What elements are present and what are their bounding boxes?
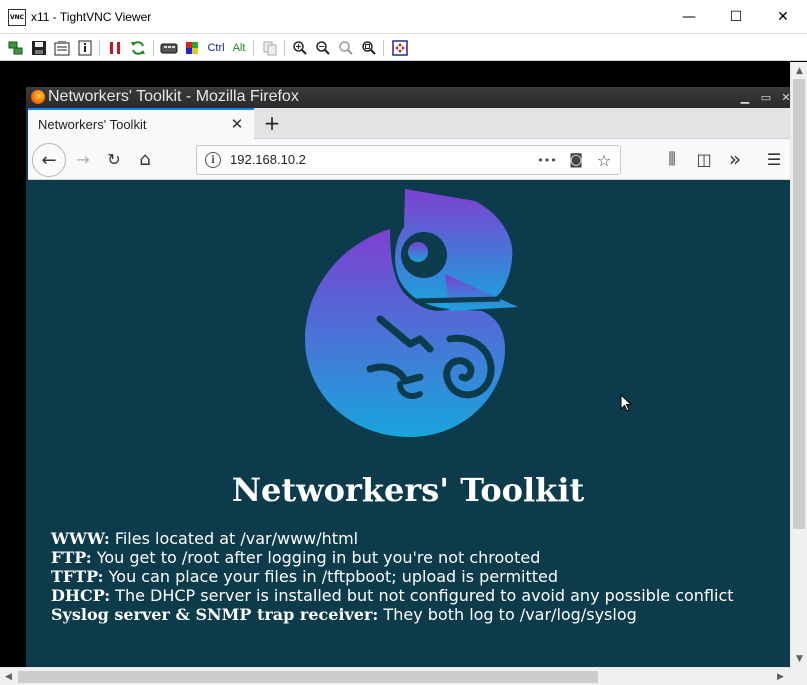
toolbar-separator bbox=[153, 40, 154, 56]
vertical-scroll-thumb[interactable] bbox=[793, 79, 805, 529]
toolbar-separator bbox=[253, 40, 254, 56]
page-actions-icon[interactable]: ••• bbox=[537, 150, 557, 170]
send-alt-button[interactable]: Alt bbox=[230, 39, 248, 57]
scroll-left-icon[interactable]: ◀ bbox=[0, 668, 17, 685]
bookmark-star-icon[interactable]: ☆ bbox=[594, 150, 614, 170]
tab-networkers-toolkit[interactable]: Networkers' Toolkit ✕ bbox=[28, 108, 254, 139]
info-icon[interactable] bbox=[76, 39, 94, 57]
ff-close-button[interactable]: ✕ bbox=[777, 89, 790, 105]
service-description: They both log to /var/log/syslog bbox=[378, 605, 637, 624]
page-title: Networkers' Toolkit bbox=[231, 471, 585, 509]
service-name: Syslog server & SNMP trap receiver: bbox=[51, 605, 379, 624]
list-item: WWW: Files located at /var/www/html bbox=[51, 529, 790, 548]
web-page-content: Networkers' Toolkit WWW: Files located a… bbox=[28, 181, 790, 667]
send-ctrl-button[interactable]: Ctrl bbox=[205, 39, 227, 57]
service-name: FTP: bbox=[51, 548, 92, 567]
toolbar-separator bbox=[284, 40, 285, 56]
toolbar-separator bbox=[99, 40, 100, 56]
zoom-100-icon[interactable] bbox=[337, 39, 355, 57]
minimize-button[interactable]: — bbox=[666, 0, 712, 34]
firefox-window: Networkers' Toolkit - Mozilla Firefox ▁ … bbox=[26, 87, 790, 667]
horizontal-scrollbar[interactable]: ◀ ▶ bbox=[0, 667, 790, 685]
save-icon[interactable] bbox=[30, 39, 48, 57]
service-info-list: WWW: Files located at /var/www/html FTP:… bbox=[51, 529, 790, 624]
ctrl-esc-icon[interactable] bbox=[183, 39, 201, 57]
back-button[interactable]: ← bbox=[32, 143, 66, 177]
service-name: WWW: bbox=[51, 529, 110, 548]
service-description: You can place your files in /tftpboot; u… bbox=[103, 567, 559, 586]
firefox-tab-bar: Networkers' Toolkit ✕ + bbox=[28, 108, 790, 139]
pocket-icon[interactable]: ◙ bbox=[566, 150, 586, 170]
firefox-navigation-bar: ← → ↻ ⌂ i 192.168.10.2 ••• ◙ ☆ ⫼ ◫ » ☰ bbox=[28, 139, 790, 180]
overflow-menu-icon[interactable]: » bbox=[722, 146, 748, 172]
zoom-out-icon[interactable] bbox=[314, 39, 332, 57]
list-item: DHCP: The DHCP server is installed but n… bbox=[51, 586, 790, 605]
pause-icon[interactable] bbox=[106, 39, 124, 57]
horizontal-scroll-thumb[interactable] bbox=[18, 671, 598, 683]
service-description: You get to /root after logging in but yo… bbox=[91, 548, 541, 567]
scroll-up-icon[interactable]: ▲ bbox=[791, 62, 807, 79]
tab-close-icon[interactable]: ✕ bbox=[228, 115, 246, 133]
list-item: TFTP: You can place your files in /tftpb… bbox=[51, 567, 790, 586]
firefox-logo-icon bbox=[31, 90, 45, 104]
service-name: DHCP: bbox=[51, 586, 111, 605]
list-item: FTP: You get to /root after logging in b… bbox=[51, 548, 790, 567]
url-text[interactable]: 192.168.10.2 bbox=[230, 152, 306, 167]
refresh-icon[interactable] bbox=[129, 39, 147, 57]
window-title: x11 - TightVNC Viewer bbox=[31, 10, 152, 24]
sidebar-icon[interactable]: ◫ bbox=[691, 146, 717, 172]
reload-button[interactable]: ↻ bbox=[101, 146, 127, 172]
mouse-pointer-icon bbox=[620, 394, 632, 412]
url-bar[interactable]: i 192.168.10.2 ••• ◙ ☆ bbox=[196, 145, 621, 175]
vnc-toolbar: Ctrl Alt bbox=[0, 34, 807, 61]
new-tab-button[interactable]: + bbox=[260, 111, 284, 135]
library-icon[interactable]: ⫼ bbox=[659, 146, 685, 172]
zoom-in-icon[interactable] bbox=[291, 39, 309, 57]
list-item: Syslog server & SNMP trap receiver: They… bbox=[51, 605, 790, 624]
site-info-icon[interactable]: i bbox=[205, 152, 221, 168]
ff-minimize-button[interactable]: ▁ bbox=[736, 89, 754, 105]
zoom-fit-icon[interactable] bbox=[360, 39, 378, 57]
copy-icon[interactable] bbox=[261, 39, 279, 57]
vnc-app-icon: VNC bbox=[8, 9, 26, 26]
scroll-right-icon[interactable]: ▶ bbox=[772, 668, 789, 685]
firefox-titlebar: Networkers' Toolkit - Mozilla Firefox ▁ … bbox=[26, 87, 790, 108]
hamburger-menu-icon[interactable]: ☰ bbox=[761, 146, 787, 172]
close-button[interactable]: ✕ bbox=[760, 0, 806, 34]
chameleon-logo bbox=[305, 189, 518, 437]
fullscreen-icon[interactable] bbox=[391, 39, 409, 57]
service-description: Files located at /var/www/html bbox=[109, 529, 359, 548]
home-button[interactable]: ⌂ bbox=[132, 146, 158, 172]
new-connection-icon[interactable] bbox=[7, 39, 25, 57]
maximize-button[interactable]: ☐ bbox=[713, 0, 759, 34]
vertical-scrollbar[interactable]: ▲ ▼ bbox=[790, 62, 807, 667]
scroll-down-icon[interactable]: ▼ bbox=[791, 650, 807, 667]
firefox-window-title: Networkers' Toolkit - Mozilla Firefox bbox=[48, 88, 299, 105]
service-description: The DHCP server is installed but not con… bbox=[110, 586, 734, 605]
ff-maximize-button[interactable]: ▭ bbox=[757, 89, 775, 105]
tightvnc-viewer-window: VNC x11 - TightVNC Viewer — ☐ ✕ Ctrl Alt… bbox=[0, 0, 807, 685]
tab-label: Networkers' Toolkit bbox=[38, 117, 147, 132]
options-icon[interactable] bbox=[53, 39, 71, 57]
toolbar-separator bbox=[383, 40, 384, 56]
service-name: TFTP: bbox=[51, 567, 104, 586]
forward-button[interactable]: → bbox=[70, 146, 96, 172]
scrollbar-corner bbox=[790, 667, 807, 685]
ctrl-alt-del-icon[interactable] bbox=[160, 39, 178, 57]
vnc-titlebar: VNC x11 - TightVNC Viewer — ☐ ✕ bbox=[0, 0, 807, 34]
remote-desktop-canvas[interactable]: Networkers' Toolkit - Mozilla Firefox ▁ … bbox=[0, 62, 790, 667]
